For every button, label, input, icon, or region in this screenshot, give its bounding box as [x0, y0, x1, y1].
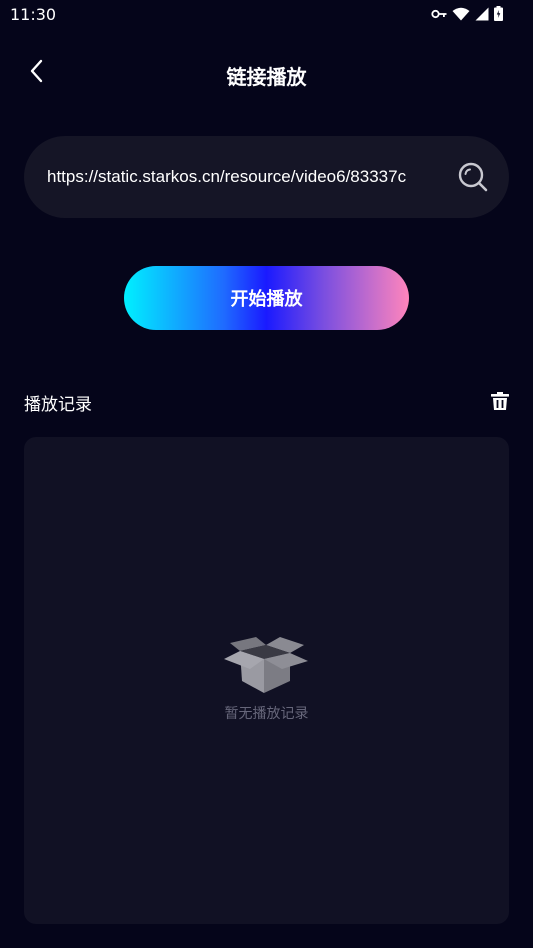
status-time: 11:30 — [10, 5, 57, 24]
url-input[interactable] — [47, 160, 462, 194]
url-input-container — [24, 136, 509, 218]
page-title: 链接播放 — [226, 65, 307, 89]
status-icons — [431, 6, 503, 21]
open-box-icon — [220, 635, 312, 695]
vpn-key-icon — [431, 8, 447, 20]
wifi-icon — [452, 7, 470, 21]
signal-icon — [475, 7, 489, 21]
search-icon — [457, 162, 489, 197]
battery-icon — [494, 6, 503, 21]
history-title: 播放记录 — [24, 395, 92, 415]
header: 链接播放 — [0, 52, 533, 96]
trash-icon — [488, 392, 512, 417]
link-play-screen: 11:30 链接播放 https://static.starkos.cn/res… — [0, 0, 533, 948]
history-panel: 暂无播放记录 — [24, 437, 509, 924]
status-bar: 11:30 — [0, 0, 533, 30]
search-button[interactable] — [457, 161, 489, 193]
clear-history-button[interactable] — [488, 389, 512, 413]
start-play-button[interactable]: 开始播放 — [124, 266, 409, 330]
empty-history-text: 暂无播放记录 — [224, 706, 309, 722]
